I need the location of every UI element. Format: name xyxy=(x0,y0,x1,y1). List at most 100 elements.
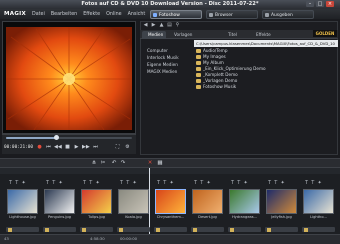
mode-photoshow-label: Fotoshow xyxy=(159,13,180,18)
tab-effects[interactable]: Effekte xyxy=(250,31,274,39)
clip-fx-icons[interactable]: T T ✦ xyxy=(268,180,285,186)
minimize-button[interactable]: – xyxy=(306,1,314,7)
magnet-icon[interactable]: ⋔ xyxy=(90,159,98,167)
playhead[interactable] xyxy=(149,168,150,234)
menu-file[interactable]: Datei xyxy=(32,12,45,17)
folder-icon xyxy=(196,49,201,53)
fast-forward-icon[interactable]: ▶▶ xyxy=(82,144,90,151)
koala-thumbnail[interactable] xyxy=(118,189,149,214)
file-item[interactable]: _Ein_Klick_Optimierung Demo xyxy=(196,66,266,71)
file-item[interactable]: My Album xyxy=(196,60,224,65)
penguins-thumbnail[interactable] xyxy=(44,189,75,214)
clip-transition-bar[interactable] xyxy=(80,227,113,232)
menu-online[interactable]: Online xyxy=(106,12,121,17)
search-icon[interactable]: ⚲ xyxy=(174,22,181,29)
clip-fx-icons[interactable]: T T ✦ xyxy=(120,180,137,186)
tab-media[interactable]: Medien xyxy=(142,31,166,39)
window-title-bar: Fotos auf CD & DVD 10 Download Version -… xyxy=(0,0,340,9)
clip-fx-icons[interactable]: T T ✦ xyxy=(46,180,63,186)
browser-icon xyxy=(209,13,213,17)
forward-arrow-icon[interactable]: ▶ xyxy=(150,22,157,29)
storyboard-icon[interactable]: ▦ xyxy=(156,159,164,167)
file-label: _Komplett Demo xyxy=(203,72,238,77)
clip-fx-icons[interactable]: T T ✦ xyxy=(9,180,26,186)
tulips-thumbnail[interactable] xyxy=(81,189,112,214)
folder-icon xyxy=(196,67,201,71)
tree-item-own-media[interactable]: Eigene Medien xyxy=(147,62,178,67)
tab-templates[interactable]: Vorlagen xyxy=(168,31,194,39)
clip-fx-icons[interactable]: T T ✦ xyxy=(231,180,248,186)
record-icon[interactable]: ● xyxy=(36,144,43,151)
redo-icon[interactable]: ↷ xyxy=(119,159,127,167)
clip-transition-bar[interactable] xyxy=(117,227,150,232)
timeline-toolbar xyxy=(0,158,340,168)
clip-fx-icons[interactable]: T T ✦ xyxy=(194,180,211,186)
lighthouse-thumbnail[interactable] xyxy=(303,189,334,214)
view-options-icon[interactable]: ▤ xyxy=(166,22,173,29)
clip-transition-bar[interactable] xyxy=(302,227,335,232)
clip-transition-bar[interactable] xyxy=(265,227,298,232)
mode-output-button[interactable]: Ausgeben xyxy=(262,10,314,19)
file-item[interactable]: Fotoshow Musik xyxy=(196,84,236,89)
clip-fx-icons[interactable]: T T ✦ xyxy=(305,180,322,186)
file-item[interactable]: My Images xyxy=(196,54,226,59)
scissors-icon[interactable]: ✂ xyxy=(99,159,107,167)
menu-view[interactable]: Ansicht xyxy=(128,12,146,17)
mode-output-label: Ausgeben xyxy=(271,13,293,18)
file-label: _Ein_Klick_Optimierung Demo xyxy=(203,66,266,71)
tab-titles[interactable]: Titel xyxy=(222,31,242,39)
folder-icon xyxy=(196,73,201,77)
lighthouse-thumbnail[interactable] xyxy=(7,189,38,214)
clip-name: Tulips.jpg xyxy=(88,215,105,219)
folder-icon xyxy=(196,61,201,65)
preview-slider-fill xyxy=(6,137,56,139)
file-item[interactable]: _Komplett Demo xyxy=(196,72,238,77)
delete-icon[interactable]: ✕ xyxy=(146,159,154,167)
mode-photoshow-button[interactable]: Fotoshow xyxy=(150,10,202,19)
timeline-ruler[interactable] xyxy=(0,168,340,174)
clip-transition-bar[interactable] xyxy=(6,227,39,232)
skip-forward-icon[interactable]: ⏭ xyxy=(92,144,99,151)
folder-icon xyxy=(196,79,201,83)
desert-thumbnail[interactable] xyxy=(192,189,223,214)
clip-name: Lighthouse.jpg xyxy=(9,215,36,219)
settings-icon[interactable]: ⚙ xyxy=(124,144,131,151)
menu-effects[interactable]: Effekte xyxy=(83,12,100,17)
file-label: My Images xyxy=(203,54,226,59)
preview-timecode: 00:00:21:00 xyxy=(4,145,34,150)
photoshow-icon xyxy=(153,13,157,17)
stop-icon[interactable]: ■ xyxy=(64,144,71,151)
fullscreen-icon[interactable]: ⛶ xyxy=(114,144,121,151)
close-button[interactable]: × xyxy=(326,1,334,7)
file-item[interactable]: Audio/Temp xyxy=(196,48,227,53)
chrysanthemum-thumbnail[interactable] xyxy=(155,189,186,214)
clip-transition-bar[interactable] xyxy=(43,227,76,232)
app-logo: MAGIX xyxy=(4,11,27,17)
clip-name: Penguins.jpg xyxy=(48,215,71,219)
path-field[interactable]: C:\Users\campus.klasenmes\Documents\MAGI… xyxy=(194,40,338,47)
skip-back-icon[interactable]: ⏮ xyxy=(45,144,52,151)
tree-item-magix-media[interactable]: MAGIX Medien xyxy=(147,69,177,74)
clip-fx-icons[interactable]: T T ✦ xyxy=(157,180,174,186)
clip-transition-bar[interactable] xyxy=(228,227,261,232)
clip-transition-bar[interactable] xyxy=(154,227,187,232)
jellyfish-thumbnail[interactable] xyxy=(266,189,297,214)
window-title: Fotos auf CD & DVD 10 Download Version -… xyxy=(81,1,259,7)
preview-slider-knob[interactable] xyxy=(54,135,59,140)
menu-edit[interactable]: Bearbeiten xyxy=(51,12,77,17)
clip-fx-icons[interactable]: T T ✦ xyxy=(83,180,100,186)
file-item[interactable]: _Vorlagen Demo xyxy=(196,78,237,83)
play-icon[interactable]: ▶ xyxy=(73,144,80,151)
tree-item-computer[interactable]: Computer xyxy=(147,48,168,53)
hydrangeas-thumbnail[interactable] xyxy=(229,189,260,214)
mode-browser-button[interactable]: Browser xyxy=(206,10,258,19)
rewind-icon[interactable]: ◀◀ xyxy=(54,144,62,151)
clip-transition-bar[interactable] xyxy=(191,227,224,232)
undo-icon[interactable]: ↶ xyxy=(110,159,118,167)
maximize-button[interactable]: □ xyxy=(316,1,324,7)
golden-badge: GOLDEN xyxy=(313,30,337,37)
tree-item-interlock[interactable]: Interlock Musik xyxy=(147,55,179,60)
back-arrow-icon[interactable]: ◀ xyxy=(142,22,149,29)
clip-name: Jellyfish.jpg xyxy=(271,215,292,219)
folder-up-icon[interactable]: ▲ xyxy=(158,22,165,29)
